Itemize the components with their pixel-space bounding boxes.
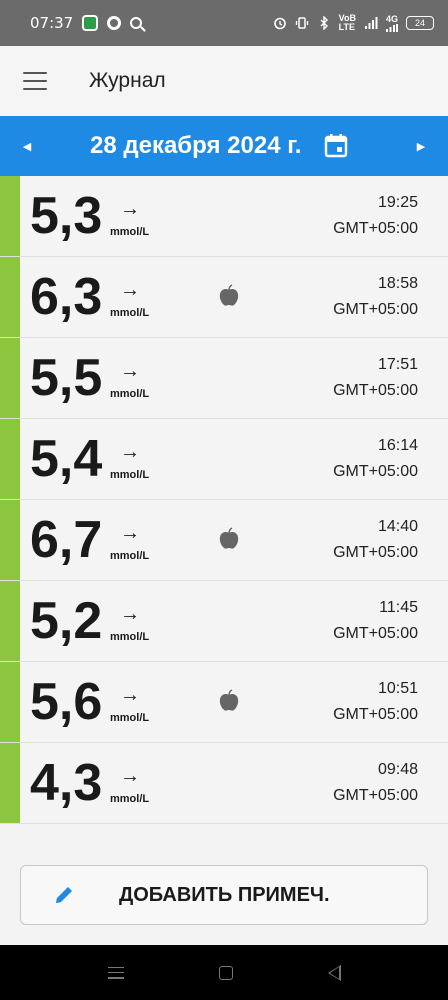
reading-row[interactable]: 5,3 → mmol/L 19:25 GMT+05:00 <box>0 176 448 257</box>
trend-arrow-icon: → <box>120 441 140 463</box>
pencil-icon <box>56 887 72 903</box>
battery-icon: 24 <box>406 16 434 30</box>
search-notification-icon <box>130 17 143 29</box>
status-right: VoB LTE 4G 24 <box>273 14 434 32</box>
reading-time: 19:25 <box>377 194 418 211</box>
reading-time: 11:45 <box>379 599 418 616</box>
reading-time: 16:14 <box>377 437 418 454</box>
apple-icon <box>219 284 239 306</box>
home-button[interactable] <box>218 965 233 980</box>
glucose-value: 5,3 <box>30 187 103 245</box>
in-range-indicator <box>0 500 20 580</box>
trend-arrow-icon: → <box>120 522 140 544</box>
bluetooth-icon <box>320 16 328 30</box>
add-note-label: ДОБАВИТЬ ПРИМЕЧ. <box>119 883 330 906</box>
in-range-indicator <box>0 743 20 823</box>
reading-row[interactable]: 5,4 → mmol/L 16:14 GMT+05:00 <box>0 419 448 500</box>
menu-icon[interactable] <box>23 72 47 90</box>
glucose-value: 6,3 <box>30 268 103 326</box>
in-range-indicator <box>0 581 20 661</box>
selected-date[interactable]: 28 декабря 2024 г. <box>90 132 301 160</box>
network-type-indicator: 4G <box>385 13 398 32</box>
glucose-value: 5,6 <box>30 673 103 731</box>
reading-row[interactable]: 5,6 → mmol/L 10:51 GMT+05:00 <box>0 662 448 743</box>
signal-bars-icon <box>385 23 398 32</box>
reading-timezone: GMT+05:00 <box>333 220 418 237</box>
date-navigation-bar: ◀ 28 декабря 2024 г. ▶ <box>0 116 448 176</box>
app-bar: Журнал <box>0 46 448 116</box>
network-type-label: 4G <box>385 13 398 24</box>
glucose-unit: mmol/L <box>110 793 150 805</box>
reading-time: 18:58 <box>377 275 418 292</box>
system-navigation-bar <box>0 945 448 1000</box>
status-left: 07:37 <box>30 14 143 32</box>
previous-day-button[interactable]: ◀ <box>0 116 54 176</box>
alarm-icon <box>273 17 286 30</box>
signal-icon <box>364 17 378 29</box>
in-range-indicator <box>0 176 20 256</box>
next-day-button[interactable]: ▶ <box>394 116 448 176</box>
glucose-unit: mmol/L <box>110 388 150 400</box>
volte-bottom-label: LTE <box>338 22 355 32</box>
chevron-right-icon: ▶ <box>416 140 426 153</box>
trend-arrow-icon: → <box>120 765 140 787</box>
glucose-unit: mmol/L <box>110 307 150 319</box>
reading-time: 17:51 <box>377 356 418 373</box>
glucose-unit: mmol/L <box>110 469 150 481</box>
reading-time: 10:51 <box>377 680 418 697</box>
glucose-value: 5,5 <box>30 349 103 407</box>
reading-time: 09:48 <box>377 761 418 778</box>
glucose-unit: mmol/L <box>110 631 150 643</box>
reading-row[interactable]: 6,7 → mmol/L 14:40 GMT+05:00 <box>0 500 448 581</box>
reading-timezone: GMT+05:00 <box>333 625 418 642</box>
status-bar: 07:37 VoB LTE 4G 24 <box>0 0 448 46</box>
trend-arrow-icon: → <box>120 684 140 706</box>
reading-time: 14:40 <box>377 518 418 535</box>
apple-icon <box>219 527 239 549</box>
back-button[interactable] <box>327 964 341 981</box>
glucose-value: 5,4 <box>30 430 103 488</box>
trend-arrow-icon: → <box>120 603 140 625</box>
reading-row[interactable]: 4,3 → mmol/L 09:48 GMT+05:00 <box>0 743 448 824</box>
page-title: Журнал <box>89 69 166 92</box>
glucose-value: 5,2 <box>30 592 103 650</box>
reading-row[interactable]: 5,2 → mmol/L 11:45 GMT+05:00 <box>0 581 448 662</box>
glucose-unit: mmol/L <box>110 712 150 724</box>
apple-icon <box>219 689 239 711</box>
reading-timezone: GMT+05:00 <box>333 787 418 804</box>
record-notification-icon <box>107 16 122 30</box>
volte-indicator: VoB LTE <box>339 14 356 32</box>
battery-level: 24 <box>414 18 425 28</box>
vibrate-icon <box>295 17 308 29</box>
in-range-indicator <box>0 419 20 499</box>
trend-arrow-icon: → <box>120 279 140 301</box>
glucose-value: 4,3 <box>30 754 103 812</box>
reading-timezone: GMT+05:00 <box>333 706 418 723</box>
glucose-unit: mmol/L <box>110 226 150 238</box>
trend-arrow-icon: → <box>120 198 140 220</box>
status-time: 07:37 <box>30 14 74 32</box>
chevron-left-icon: ◀ <box>22 140 32 153</box>
in-range-indicator <box>0 662 20 742</box>
reading-row[interactable]: 5,5 → mmol/L 17:51 GMT+05:00 <box>0 338 448 419</box>
reading-row[interactable]: 6,3 → mmol/L 18:58 GMT+05:00 <box>0 257 448 338</box>
reading-timezone: GMT+05:00 <box>333 382 418 399</box>
in-range-indicator <box>0 257 20 337</box>
reading-timezone: GMT+05:00 <box>333 544 418 561</box>
recent-apps-button[interactable] <box>107 966 124 979</box>
glucose-value: 6,7 <box>30 511 103 569</box>
readings-list: 5,3 → mmol/L 19:25 GMT+05:00 6,3 → mmol/L 18:58 G… <box>0 176 448 824</box>
calendar-icon[interactable] <box>323 133 349 159</box>
app-notification-icon <box>82 15 99 31</box>
reading-timezone: GMT+05:00 <box>333 301 418 318</box>
add-note-button[interactable]: ДОБАВИТЬ ПРИМЕЧ. <box>20 865 428 925</box>
trend-arrow-icon: → <box>120 360 140 382</box>
reading-timezone: GMT+05:00 <box>333 463 418 480</box>
in-range-indicator <box>0 338 20 418</box>
glucose-unit: mmol/L <box>110 550 150 562</box>
